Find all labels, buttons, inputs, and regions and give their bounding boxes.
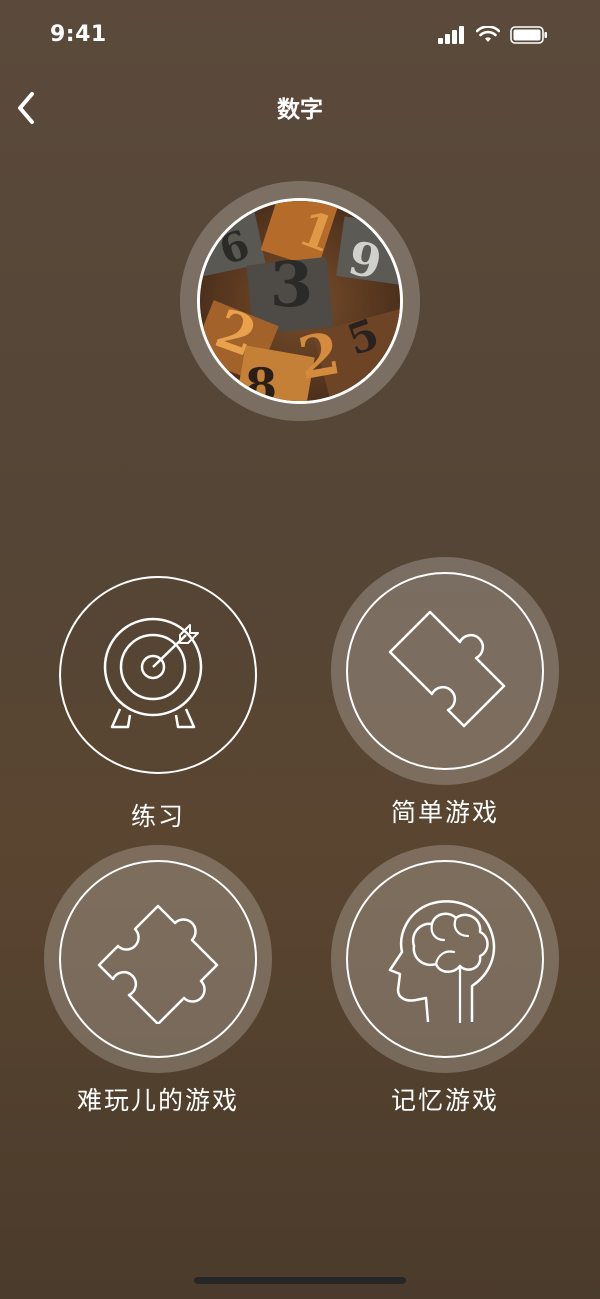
battery-icon <box>510 26 547 44</box>
wifi-icon <box>476 26 500 42</box>
hero-image-frame: 3 1 9 2 2 5 6 8 <box>180 181 420 421</box>
tile-memory-game[interactable]: 记忆游戏 <box>325 845 565 1117</box>
status-icons <box>438 26 548 44</box>
puzzle-pieces-icon <box>97 904 219 1024</box>
svg-text:3: 3 <box>270 248 313 321</box>
tile-hard-game[interactable]: 难玩儿的游戏 <box>38 845 278 1117</box>
status-bar: 9:41 <box>0 0 600 70</box>
hard-game-icon-circle <box>59 860 257 1058</box>
memory-game-icon-circle <box>346 860 544 1058</box>
tile-hard-game-label: 难玩儿的游戏 <box>76 1086 239 1115</box>
easy-game-icon-circle <box>346 572 544 770</box>
status-time: 9:41 <box>50 22 107 47</box>
practice-icon-circle <box>59 576 257 774</box>
tile-easy-game[interactable]: 简单游戏 <box>325 557 565 829</box>
nav-bar: 数字 <box>0 80 600 132</box>
hard-game-icon-frame <box>44 845 272 1073</box>
easy-game-icon-frame <box>331 557 559 785</box>
practice-icon-frame <box>44 561 272 789</box>
tile-practice[interactable]: 练习 <box>38 561 278 833</box>
puzzle-piece-icon <box>388 610 506 728</box>
wooden-numbers-image: 3 1 9 2 2 5 6 8 <box>200 201 400 401</box>
signal-icon <box>438 26 464 44</box>
target-icon <box>103 617 203 729</box>
svg-text:8: 8 <box>245 358 277 401</box>
tile-practice-label: 练习 <box>130 802 185 831</box>
hero-image: 3 1 9 2 2 5 6 8 <box>197 198 403 404</box>
home-indicator[interactable] <box>194 1277 406 1284</box>
brain-head-icon <box>388 900 496 1024</box>
tile-easy-game-label: 简单游戏 <box>390 798 499 827</box>
memory-game-icon-frame <box>331 845 559 1073</box>
page-title: 数字 <box>277 97 323 123</box>
tile-memory-game-label: 记忆游戏 <box>390 1086 499 1115</box>
